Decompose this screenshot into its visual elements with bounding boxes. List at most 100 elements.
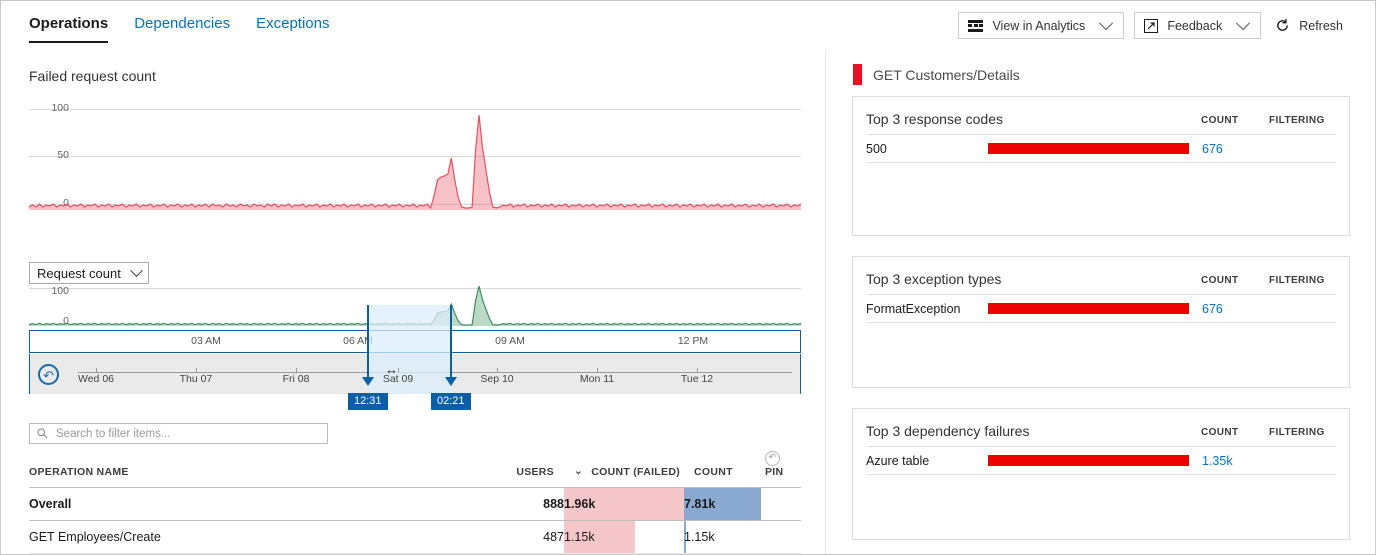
metric-select[interactable]: Request count (29, 262, 149, 284)
card-empty-space (853, 163, 1349, 221)
time-range-selector[interactable]: ↶ Wed 06 Thu 07 Fri 08 Sat 09 Sep 10 Mon… (29, 354, 801, 394)
cell-count-failed[interactable]: 1.96k (564, 488, 684, 521)
daytick-fri08: Fri 08 (266, 373, 326, 385)
feedback-button[interactable]: Feedback (1134, 12, 1261, 39)
cell-pin[interactable] (761, 488, 801, 521)
xtick-03am: 03 AM (176, 335, 236, 347)
xtick-12pm: 12 PM (663, 335, 723, 347)
header-users[interactable]: USERS (469, 449, 564, 488)
left-pane: Failed request count 100 50 0 Request co… (1, 50, 825, 555)
analytics-grid-icon (968, 20, 983, 32)
feedback-label: Feedback (1167, 19, 1222, 33)
search-input[interactable] (54, 427, 327, 441)
selection-start-marker[interactable] (362, 377, 374, 386)
sort-chevron-icon[interactable]: ⌄ (574, 465, 588, 477)
selected-operation-header: GET Customers/Details (853, 64, 1020, 85)
header-operation-name[interactable]: OPERATION NAME (29, 449, 469, 488)
daytick-sep10: Sep 10 (467, 373, 527, 385)
row-bar-fill (988, 455, 1189, 466)
tab-dependencies[interactable]: Dependencies (134, 15, 230, 41)
card-title: Top 3 response codes (866, 111, 1201, 127)
selection-end-badge[interactable]: 02:21 (431, 393, 471, 410)
failed-request-area-series (29, 100, 801, 210)
selection-end-line[interactable] (450, 305, 452, 381)
range-drag-cursor-icon[interactable]: ↔ (385, 362, 397, 377)
row-count[interactable]: 676 (1202, 142, 1270, 156)
chevron-down-icon (130, 264, 143, 277)
xtick-09am: 09 AM (480, 335, 540, 347)
card-header: Top 3 dependency failures COUNT FILTERIN… (853, 409, 1349, 446)
selected-range-highlight (367, 305, 451, 354)
failures-blade: Operations Dependencies Exceptions View … (0, 0, 1376, 555)
metric-value: 1.96k (564, 497, 595, 511)
card-row[interactable]: 500 676 (866, 134, 1336, 163)
command-bar: Operations Dependencies Exceptions View … (1, 1, 1375, 50)
card-top-dependency-failures: Top 3 dependency failures COUNT FILTERIN… (852, 408, 1350, 540)
search-icon (37, 428, 48, 439)
daytick-thu07: Thu 07 (166, 373, 226, 385)
card-empty-space (853, 475, 1349, 533)
row-bar-fill (988, 143, 1189, 154)
column-count-label: COUNT (1201, 115, 1269, 127)
cell-operation-name[interactable]: Overall (29, 488, 469, 521)
row-label: Azure table (866, 454, 988, 468)
tab-operations[interactable]: Operations (29, 15, 108, 43)
cell-users: 888 (469, 488, 564, 521)
external-link-icon (1144, 19, 1158, 33)
row-bar (988, 143, 1189, 154)
card-title: Top 3 exception types (866, 271, 1201, 287)
refresh-label: Refresh (1299, 19, 1343, 33)
column-count-label: COUNT (1201, 275, 1269, 287)
filter-search-box[interactable] (29, 423, 328, 444)
operation-color-swatch (853, 64, 862, 85)
selection-start-badge[interactable]: 12:31 (348, 393, 388, 410)
pin-icon: ↶ (765, 451, 780, 466)
selection-start-line[interactable] (367, 305, 369, 381)
table-row[interactable]: Overall 8881.96k 7.81k (29, 488, 801, 521)
card-row[interactable]: FormatException 676 (866, 294, 1336, 323)
table-row[interactable]: GET Employees/Create4871.15k1.15k (29, 521, 801, 554)
card-row[interactable]: Azure table 1.35k (866, 446, 1336, 475)
cell-pin[interactable] (761, 521, 801, 554)
metric-value: 1.15k (564, 530, 595, 544)
card-title: Top 3 dependency failures (866, 423, 1201, 439)
header-count[interactable]: COUNT (684, 449, 761, 488)
cell-count[interactable]: 1.15k (684, 521, 761, 554)
header-count-failed[interactable]: ⌄ COUNT (FAILED) (564, 449, 684, 488)
table-header-row: OPERATION NAME USERS ⌄ COUNT (FAILED) CO… (29, 449, 801, 488)
daytick-sat09: Sat 09 (368, 373, 428, 385)
chevron-down-icon (1236, 16, 1250, 30)
reset-time-range-icon[interactable]: ↶ (38, 364, 59, 385)
column-filtering-label: FILTERING (1269, 427, 1335, 439)
row-count[interactable]: 676 (1202, 302, 1270, 316)
selection-end-marker[interactable] (445, 377, 457, 386)
card-top-response-codes: Top 3 response codes COUNT FILTERING 500… (852, 96, 1350, 236)
view-in-analytics-label: View in Analytics (992, 19, 1085, 33)
row-label: 500 (866, 142, 988, 156)
operation-name-text: Overall (29, 497, 71, 511)
cell-count[interactable]: 7.81k (684, 488, 761, 521)
cell-count-failed[interactable]: 1.15k (564, 521, 684, 554)
command-buttons: View in Analytics Feedback Refresh (948, 12, 1349, 39)
selected-operation-title: GET Customers/Details (873, 67, 1020, 83)
refresh-icon (1275, 18, 1290, 33)
row-bar (988, 303, 1189, 314)
header-pin[interactable]: ↶ PIN (761, 449, 801, 488)
daytick-wed06: Wed 06 (66, 373, 126, 385)
tab-strip: Operations Dependencies Exceptions (29, 15, 355, 43)
refresh-button[interactable]: Refresh (1271, 12, 1349, 39)
view-in-analytics-button[interactable]: View in Analytics (958, 12, 1124, 39)
chevron-down-icon (1099, 16, 1113, 30)
tab-exceptions[interactable]: Exceptions (256, 15, 329, 41)
daytick-mon11: Mon 11 (567, 373, 627, 385)
row-label: FormatException (866, 302, 988, 316)
column-filtering-label: FILTERING (1269, 115, 1335, 127)
cell-operation-name[interactable]: GET Employees/Create (29, 521, 469, 554)
card-header: Top 3 exception types COUNT FILTERING (853, 257, 1349, 294)
row-count[interactable]: 1.35k (1202, 454, 1270, 468)
metric-value: 1.15k (684, 530, 715, 544)
column-count-label: COUNT (1201, 427, 1269, 439)
column-filtering-label: FILTERING (1269, 275, 1335, 287)
failed-request-count-chart[interactable]: 100 50 0 (29, 100, 801, 260)
cell-users: 487 (469, 521, 564, 554)
